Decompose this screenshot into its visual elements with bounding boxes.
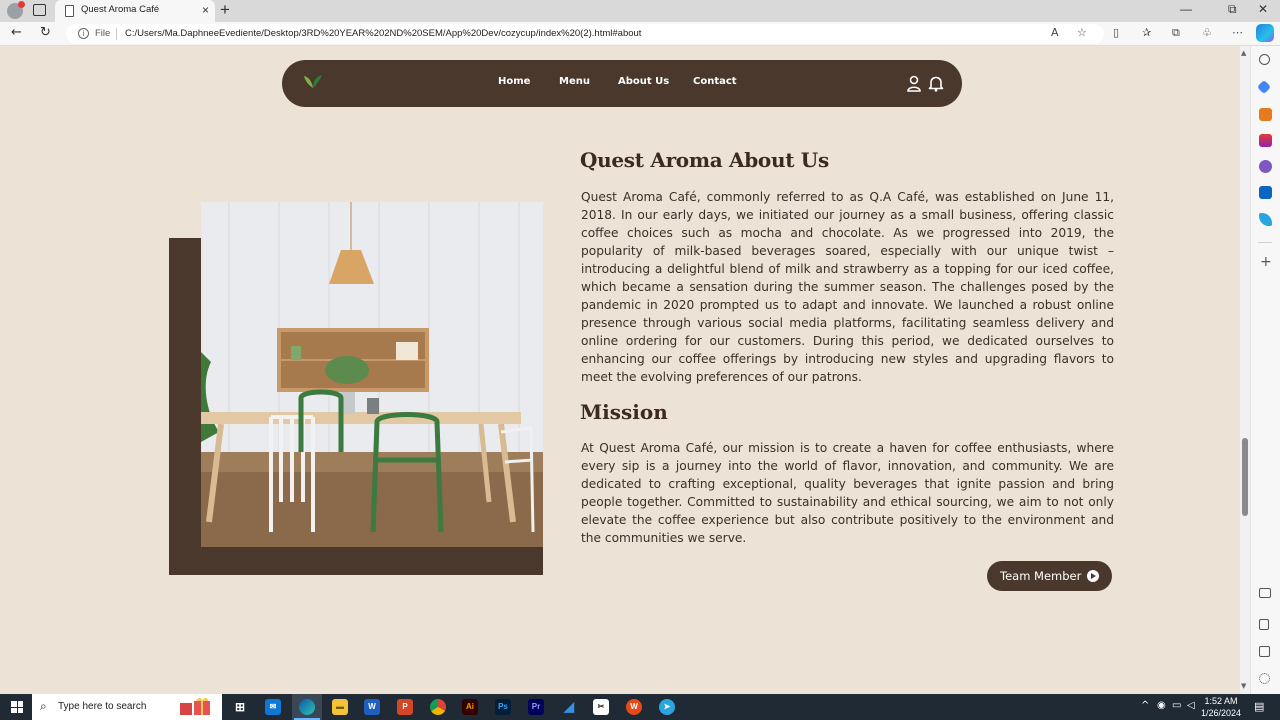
search-icon: ⌕ <box>40 699 47 713</box>
sidebar-search-icon[interactable] <box>1259 54 1270 65</box>
sidebar-external-icon[interactable] <box>1259 646 1270 657</box>
capcut-app-icon[interactable]: ✂ <box>593 699 609 715</box>
windows-start-icon[interactable] <box>11 701 23 713</box>
sidebar-panel-icon[interactable] <box>1259 619 1269 630</box>
photoshop-app-icon[interactable]: Ps <box>495 699 511 715</box>
chrome-app-icon[interactable] <box>430 699 446 715</box>
profile-icon[interactable] <box>7 1 25 19</box>
file-scheme-label: File <box>95 28 111 39</box>
divider <box>116 28 117 40</box>
sidebar-divider <box>1258 242 1272 243</box>
mission-paragraph: At Quest Aroma Café, our mission is to c… <box>581 441 1114 545</box>
favorite-star-icon[interactable]: ☆ <box>1077 26 1087 39</box>
task-view-icon[interactable]: ⊞ <box>232 699 248 715</box>
mail-app-icon[interactable]: ✉ <box>265 699 281 715</box>
gift-decoration-icon <box>180 698 210 715</box>
edge-sidebar: + <box>1250 46 1280 694</box>
sidebar-tools-icon[interactable] <box>1259 108 1272 121</box>
new-tab-button[interactable]: + <box>220 1 230 19</box>
sidebar-drop-icon[interactable] <box>1259 213 1272 226</box>
about-heading: Quest Aroma About Us <box>580 148 829 172</box>
scroll-up-icon[interactable]: ▲ <box>1241 49 1246 57</box>
nav-link-menu[interactable]: Menu <box>559 76 590 87</box>
wps-app-icon[interactable]: W <box>626 699 642 715</box>
mission-heading: Mission <box>580 400 668 424</box>
file-explorer-icon[interactable]: ▬ <box>332 699 348 715</box>
windows-taskbar: ⌕ Type here to search ⊞ ✉ ▬ W P Ai Ps Pr… <box>0 694 1280 720</box>
url-text[interactable]: C:/Users/Ma.DaphneeEvediente/Desktop/3RD… <box>125 28 641 39</box>
close-tab-icon[interactable]: × <box>202 3 209 17</box>
extensions-icon[interactable]: ♧ <box>1202 26 1212 40</box>
copilot-icon[interactable] <box>1256 24 1274 42</box>
tray-volume-icon[interactable]: ◁ <box>1187 700 1195 711</box>
cafe-interior-photo <box>201 202 543 547</box>
tray-meet-icon[interactable]: ◉ <box>1157 700 1166 711</box>
sidebar-screen-icon[interactable] <box>1259 588 1271 598</box>
clock-time: 1:52 AM <box>1204 696 1238 706</box>
sidebar-games-icon[interactable] <box>1259 134 1272 147</box>
page-scrollbar[interactable]: ▲ ▼ <box>1240 46 1250 694</box>
telegram-app-icon[interactable]: ➤ <box>659 699 675 715</box>
tray-network-icon[interactable]: ▭ <box>1172 700 1181 711</box>
user-icon[interactable] <box>906 75 922 92</box>
nav-link-home[interactable]: Home <box>498 76 530 87</box>
search-placeholder: Type here to search <box>58 701 147 712</box>
about-paragraph: Quest Aroma Café, commonly referred to a… <box>581 190 1114 384</box>
nav-link-about[interactable]: About Us <box>618 76 669 87</box>
team-member-button[interactable]: Team Member <box>987 561 1112 591</box>
nav-link-contact[interactable]: Contact <box>693 76 737 87</box>
tray-chevron-icon[interactable]: ^ <box>1141 700 1149 711</box>
site-navbar: Home Menu About Us Contact <box>282 60 962 107</box>
back-icon[interactable]: ← <box>11 25 22 41</box>
taskbar-clock[interactable]: 1:52 AM 1/26/2024 <box>1198 695 1244 719</box>
team-member-label: Team Member <box>1000 569 1082 583</box>
tab-actions-icon[interactable] <box>33 4 46 16</box>
word-app-icon[interactable]: W <box>364 699 380 715</box>
premiere-app-icon[interactable]: Pr <box>528 699 544 715</box>
more-menu-icon[interactable]: ⋯ <box>1232 26 1243 40</box>
notification-icon[interactable]: ▤ <box>1254 700 1264 713</box>
scroll-down-icon[interactable]: ▼ <box>1241 682 1246 690</box>
leaf-logo-icon[interactable] <box>302 72 324 90</box>
address-bar[interactable]: i File C:/Users/Ma.DaphneeEvediente/Desk… <box>66 24 1104 44</box>
minimize-button[interactable]: — <box>1180 2 1192 16</box>
clock-date: 1/26/2024 <box>1200 708 1242 718</box>
refresh-icon[interactable]: ↻ <box>40 25 51 41</box>
browser-tab-strip: Quest Aroma Café × + — ⧉ ✕ <box>0 0 1280 22</box>
edge-browser-icon[interactable] <box>299 699 315 715</box>
arrow-right-icon <box>1087 570 1099 582</box>
page-favicon-icon <box>65 5 74 17</box>
sidebar-outlook-icon[interactable] <box>1259 186 1272 199</box>
browser-tab[interactable]: Quest Aroma Café × <box>55 0 215 22</box>
maximize-button[interactable]: ⧉ <box>1228 2 1237 17</box>
read-aloud-icon[interactable]: A <box>1051 26 1059 39</box>
vscode-like-icon[interactable]: ◢ <box>561 699 577 715</box>
favorites-icon[interactable]: ✰ <box>1142 26 1151 40</box>
bell-icon[interactable] <box>928 75 944 92</box>
sidebar-settings-icon[interactable] <box>1259 673 1270 684</box>
collections-icon[interactable]: ⧉ <box>1172 26 1180 40</box>
split-screen-icon[interactable]: ▯ <box>1113 26 1119 40</box>
taskbar-search[interactable]: ⌕ Type here to search <box>32 694 222 720</box>
illustrator-app-icon[interactable]: Ai <box>462 699 478 715</box>
info-icon[interactable]: i <box>78 28 89 39</box>
close-window-button[interactable]: ✕ <box>1258 2 1268 16</box>
scrollbar-thumb[interactable] <box>1242 438 1248 516</box>
address-toolbar: ← ↻ i File C:/Users/Ma.DaphneeEvediente/… <box>0 22 1280 46</box>
sidebar-office-icon[interactable] <box>1259 160 1272 173</box>
tab-title: Quest Aroma Café <box>81 4 160 15</box>
powerpoint-app-icon[interactable]: P <box>397 699 413 715</box>
sidebar-shopping-icon[interactable] <box>1256 79 1272 95</box>
sidebar-add-icon[interactable]: + <box>1260 254 1272 270</box>
